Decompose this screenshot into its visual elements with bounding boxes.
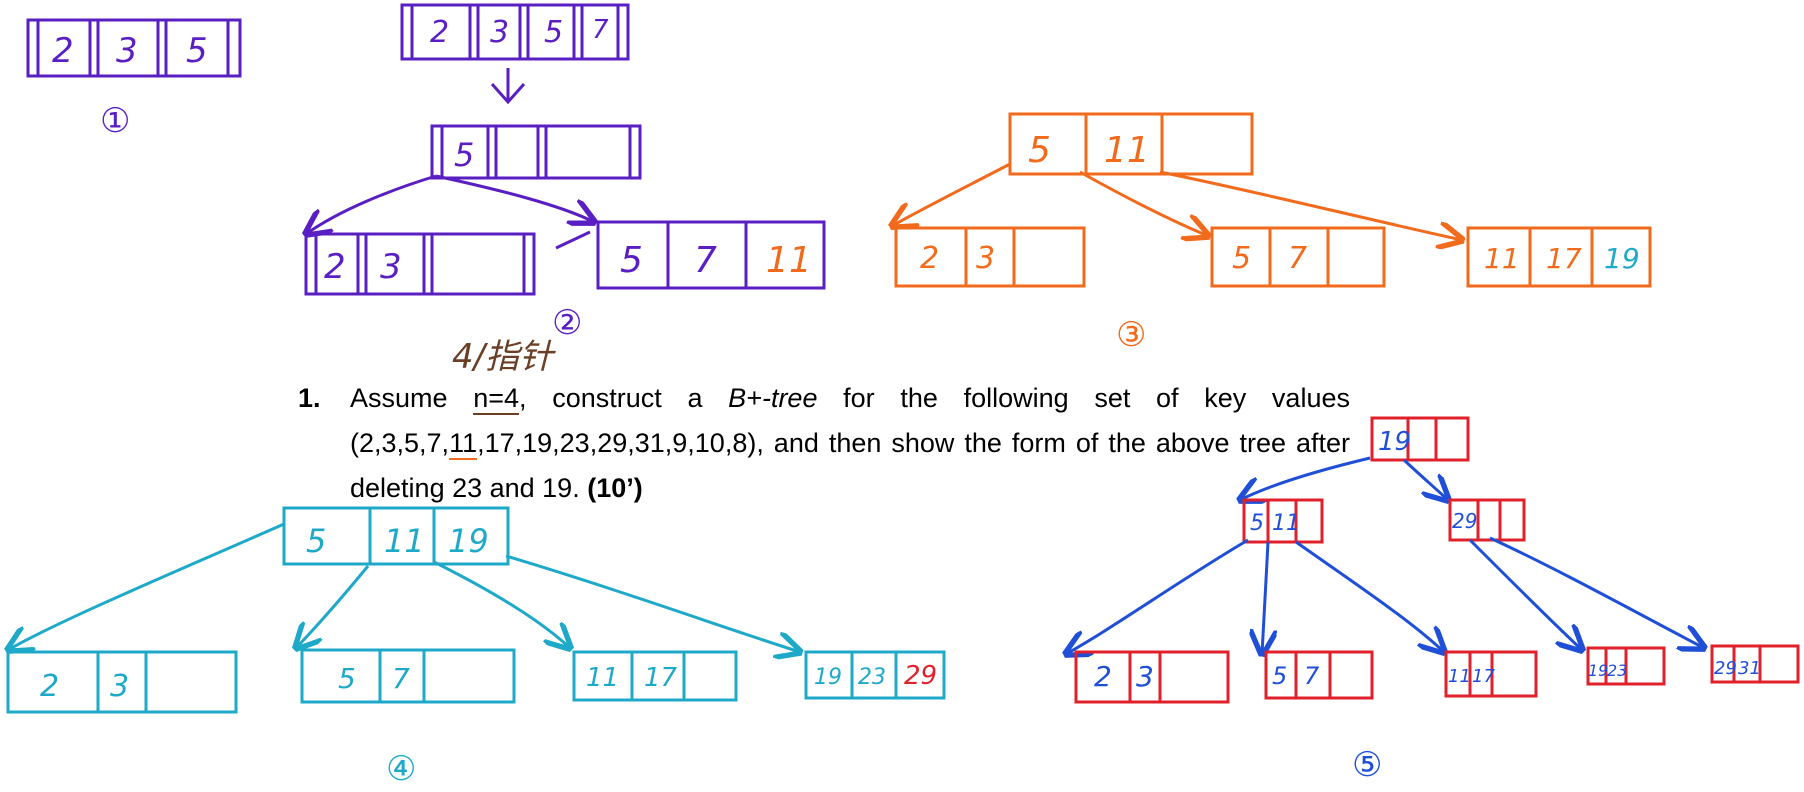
- step4-label: ④: [386, 749, 416, 789]
- step1-key-3: 5: [186, 31, 208, 71]
- step4-leaf3-key-1: 11: [586, 663, 619, 693]
- step2-root-key-1: 5: [454, 136, 474, 174]
- step2-top-key-4: 7: [592, 15, 609, 45]
- step5-leaf2-key-2: 7: [1304, 662, 1320, 690]
- step4-leaf1-key-2: 3: [110, 669, 129, 704]
- step3-leaf2-key-2: 7: [1288, 241, 1307, 276]
- step4-edge-2: [296, 565, 370, 648]
- question-n-value: n=4: [473, 383, 520, 415]
- step4-leaf2-key-1: 5: [338, 662, 356, 695]
- step2-edge-right: [435, 174, 594, 222]
- step5-leaf5-key-2: 31: [1738, 658, 1761, 679]
- step3-leaf2-key-1: 5: [1232, 241, 1251, 276]
- step3-leaf3-key-1: 11: [1484, 242, 1520, 275]
- step3-edge-1: [892, 162, 1011, 226]
- step4-root-key-1: 5: [306, 522, 326, 560]
- step5-edge-root-right: [1402, 458, 1448, 500]
- step5-leaf4-key-1: 19: [1588, 661, 1608, 680]
- step5-label: ⑤: [1352, 745, 1382, 785]
- step5-leaf1-key-2: 3: [1136, 660, 1154, 693]
- step1-key-2: 3: [116, 31, 138, 71]
- step2-right-key-1: 5: [620, 240, 643, 281]
- question-body: Assume n=4, construct a B+-tree for the …: [350, 376, 1350, 511]
- step4-leaf4-key-2: 23: [858, 665, 886, 690]
- step5-leaf5-key-1: 29: [1714, 658, 1737, 679]
- step2-down-arrow: [490, 68, 526, 105]
- step2-leaf-link: [555, 230, 591, 250]
- step5-edge-int1-3: [1295, 540, 1444, 652]
- question-number: 1.: [298, 383, 321, 413]
- step4-leaf4-key-3: 29: [904, 661, 937, 691]
- step3-edge-3: [1159, 170, 1462, 240]
- step2-left-key-1: 2: [324, 247, 346, 287]
- step3-leaf3-key-3: 19: [1604, 242, 1640, 275]
- step5-leaf4-key-2: 23: [1607, 661, 1627, 680]
- question-key-11: 11: [449, 428, 478, 460]
- step2-label: ②: [552, 303, 582, 343]
- annotation-note: 4/指针: [452, 337, 556, 377]
- step5-leaf3-key-1: 11: [1448, 666, 1471, 687]
- step2-top-key-3: 5: [544, 15, 563, 50]
- step4-root-key-3: 19: [448, 522, 489, 560]
- step5-int1-key-2: 11: [1272, 511, 1300, 536]
- step1-label: ①: [100, 101, 130, 141]
- question-tree-type: B+-tree: [728, 383, 818, 413]
- step5-root-key-1: 19: [1378, 427, 1411, 457]
- step3-edge-2: [1079, 170, 1208, 236]
- step3-root-key-2: 11: [1104, 130, 1150, 171]
- question-text: 1. Assume n=4, construct a B+-tree for t…: [298, 376, 1350, 511]
- step4-edge-1: [8, 522, 285, 650]
- step4-leaf1-key-1: 2: [40, 669, 59, 704]
- step3-label: ③: [1116, 315, 1146, 355]
- step5-leaf3-key-2: 17: [1472, 666, 1495, 687]
- step2-top-key-2: 3: [490, 15, 509, 50]
- step2-right-key-3: 11: [766, 240, 812, 281]
- step5-leaf1-key-1: 2: [1094, 660, 1112, 693]
- step4-root-key-2: 11: [384, 522, 425, 560]
- step4-edge-3: [433, 560, 570, 648]
- step5-int2-key-1: 29: [1452, 509, 1477, 533]
- question-text-4: ,17,19,23,29,31,9,10,8), and then show t…: [350, 428, 1350, 503]
- step3-leaf3-key-2: 17: [1546, 242, 1582, 275]
- step2-edge-left: [306, 174, 437, 234]
- step5-edge-int1-1: [1066, 538, 1249, 654]
- step3-leaf1-key-1: 2: [920, 241, 939, 276]
- step2-right-key-2: 7: [694, 240, 717, 281]
- question-text-2: , construct a: [519, 383, 729, 413]
- step4-leaf4-key-1: 19: [814, 665, 842, 690]
- step5-edge-int1-2: [1262, 541, 1268, 654]
- step3-root-key-1: 5: [1028, 130, 1051, 171]
- question-points: (10’): [587, 473, 643, 503]
- step5-leaf2-key-1: 5: [1272, 662, 1287, 690]
- question-text-1: Assume: [350, 383, 474, 413]
- step4-leaf3-key-2: 17: [644, 663, 678, 693]
- step2-top-key-1: 2: [430, 15, 449, 50]
- step4-edge-4: [505, 554, 800, 652]
- step2-left-key-2: 3: [380, 247, 402, 287]
- step5-int1-key-1: 5: [1250, 511, 1264, 536]
- step3-leaf1-key-2: 3: [976, 241, 995, 276]
- step4-leaf2-key-2: 7: [392, 662, 410, 695]
- step1-key-1: 2: [52, 31, 74, 71]
